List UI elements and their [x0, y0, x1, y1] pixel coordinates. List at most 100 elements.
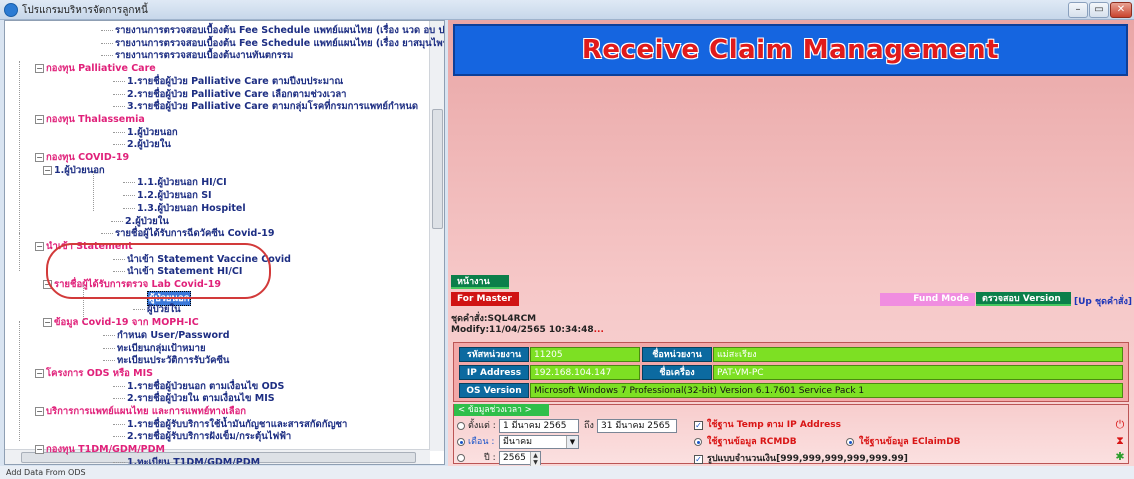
- app-icon: [4, 3, 18, 17]
- for-master-button[interactable]: For Master: [451, 292, 519, 306]
- hourglass-icon[interactable]: ⧗: [1114, 435, 1126, 447]
- maximize-button[interactable]: ▭: [1089, 2, 1109, 18]
- tree-item[interactable]: 2.รายชื่อผู้ป่วย Palliative Care เลือกตา…: [113, 88, 347, 101]
- tree-item[interactable]: 2.รายชื่อผู้ป่วยใน ตามเงื่อนไข MIS: [113, 392, 275, 405]
- month-select[interactable]: มีนาคม ▼: [499, 435, 579, 449]
- tree-item[interactable]: 1.ผู้ป่วยนอก: [113, 126, 178, 139]
- tree-connector: [113, 436, 125, 438]
- tree-item-label: 1.2.ผู้ป่วยนอก SI: [137, 190, 212, 202]
- collapse-toggle-icon[interactable]: −: [35, 368, 44, 378]
- tree-item-label: 1.ทะเบียน T1DM/GDM/PDM: [127, 456, 261, 465]
- close-button[interactable]: ✕: [1110, 2, 1132, 18]
- year-label: ปี :: [484, 453, 496, 463]
- tree-item[interactable]: − โครงการ ODS หรือ MIS: [35, 367, 153, 380]
- tree-vertical-scrollbar[interactable]: [429, 21, 444, 451]
- tree-item[interactable]: รายชื่อผู้ได้รับการฉีดวัคซีน Covid-19: [101, 227, 274, 240]
- date-range-radio[interactable]: [457, 422, 465, 430]
- tree-item[interactable]: 2.รายชื่อผู้รับบริการฝังเข็ม/กระตุ้นไฟฟ้…: [113, 430, 291, 443]
- tree-item-label: รายงานการตรวจสอบเบื้องต้น Fee Schedule แ…: [115, 37, 445, 49]
- temp-ip-checkbox[interactable]: ✓: [694, 421, 703, 430]
- home-button[interactable]: หน้างาน: [451, 275, 509, 289]
- tree-item[interactable]: − กองทุน Thalassemia: [35, 113, 145, 126]
- tree-item[interactable]: รายงานการตรวจสอบเบื้องต้นงานทันตกรรม: [101, 49, 293, 62]
- tree-item[interactable]: กำหนด User/Password: [103, 329, 230, 342]
- tree-item[interactable]: − กองทุน Palliative Care: [35, 62, 156, 75]
- tree-item[interactable]: 2.ผู้ป่วยใน: [111, 215, 169, 228]
- temp-ip-label: ใช้ฐาน Temp ตาม IP Address: [707, 420, 841, 430]
- tree-item[interactable]: 1.3.ผู้ป่วยนอก Hospitel: [123, 202, 246, 215]
- tree-connector: [93, 171, 94, 211]
- tree-item[interactable]: ทะเบียนกลุ่มเป้าหมาย: [103, 342, 206, 355]
- collapse-toggle-icon[interactable]: −: [43, 318, 52, 328]
- fund-mode-button[interactable]: Fund Mode: [880, 293, 975, 306]
- banner: Receive Claim Management: [453, 24, 1128, 76]
- tree-item[interactable]: − กองทุน COVID-19: [35, 151, 129, 164]
- main-panel: Receive Claim Management หน้างาน For Mas…: [448, 20, 1134, 466]
- tree-item-label: ข้อมูล Covid-19 จาก MOPH-IC: [54, 317, 199, 329]
- gear-icon[interactable]: ✱: [1114, 451, 1126, 463]
- rcmdb-radio[interactable]: [694, 438, 702, 446]
- tree-item-label: 2.รายชื่อผู้รับบริการฝังเข็ม/กระตุ้นไฟฟ้…: [127, 431, 292, 443]
- tree-item-label: 2.รายชื่อผู้ป่วย Palliative Care เลือกตา…: [127, 88, 347, 100]
- scroll-thumb[interactable]: [432, 109, 443, 229]
- tree-item[interactable]: − บริการการแพทย์แผนไทย และการแพทย์ทางเลือ…: [35, 405, 246, 418]
- tree-connector: [111, 220, 123, 222]
- ip-address-label: IP Address: [459, 365, 529, 380]
- tree-item[interactable]: รายงานการตรวจสอบเบื้องต้น Fee Schedule แ…: [101, 37, 445, 50]
- month-radio[interactable]: [457, 438, 465, 446]
- tree-item-label: กองทุน Palliative Care: [46, 63, 156, 75]
- tree-item[interactable]: 1.ทะเบียน T1DM/GDM/PDM: [113, 456, 261, 465]
- collapse-toggle-icon[interactable]: −: [35, 407, 44, 416]
- minimize-button[interactable]: –: [1068, 2, 1088, 18]
- tree-item[interactable]: −1.ผู้ป่วยนอก: [43, 164, 105, 177]
- eclaimdb-radio[interactable]: [846, 438, 854, 446]
- tree-item[interactable]: 1.รายชื่อผู้รับบริการใช้น้ำมันกัญชาและสา…: [113, 418, 347, 431]
- tree-connector: [113, 423, 125, 425]
- tree-item-label: 1.รายชื่อผู้รับบริการใช้น้ำมันกัญชาและสา…: [127, 418, 348, 430]
- chevron-down-icon[interactable]: ▼: [566, 436, 578, 448]
- check-version-button[interactable]: ตรวจสอบ Version: [976, 292, 1071, 306]
- tree-item-label: กองทุน T1DM/GDM/PDM: [46, 444, 165, 456]
- collapse-toggle-icon[interactable]: −: [35, 445, 44, 455]
- money-format-checkbox[interactable]: ✓: [694, 455, 703, 464]
- tree-item-label: บริการการแพทย์แผนไทย และการแพทย์ทางเลือก: [46, 406, 247, 417]
- unit-name-label: ชื่อหน่วยงาน: [642, 347, 712, 362]
- tree-item[interactable]: ทะเบียนประวัติการรับวัคซีน: [103, 354, 229, 367]
- update-commands-link[interactable]: [Up ชุดคำสั่ง]: [1074, 294, 1132, 308]
- tree-item-label: รายชื่อผู้ได้รับการฉีดวัคซีน Covid-19: [115, 228, 275, 240]
- year-radio[interactable]: [457, 454, 465, 462]
- year-spinner[interactable]: 2565 ▲ ▼: [499, 451, 541, 466]
- tree-item-label: รายงานการตรวจสอบเบื้องต้นงานทันตกรรม: [115, 50, 294, 62]
- from-date-input[interactable]: 1 มีนาคม 2565: [499, 419, 579, 433]
- spin-arrows-icon[interactable]: ▲ ▼: [530, 452, 540, 466]
- collapse-toggle-icon[interactable]: −: [35, 241, 44, 251]
- tree-item[interactable]: 1.รายชื่อผู้ป่วยนอก ตามเงื่อนไข ODS: [113, 380, 284, 393]
- tree-item[interactable]: 1.2.ผู้ป่วยนอก SI: [123, 189, 212, 202]
- window-title: โปรแกรมบริหารจัดการลูกหนี้: [22, 5, 148, 16]
- collapse-toggle-icon[interactable]: −: [35, 153, 44, 162]
- status-bar: Add Data From ODS: [0, 466, 1134, 479]
- tree-connector: [101, 55, 113, 57]
- tree-item[interactable]: 2.ผู้ป่วยใน: [113, 138, 171, 151]
- tree-item[interactable]: รายงานการตรวจสอบเบื้องต้น Fee Schedule แ…: [101, 24, 444, 37]
- collapse-toggle-icon[interactable]: −: [35, 64, 44, 74]
- to-label: ถึง: [584, 421, 594, 431]
- collapse-toggle-icon[interactable]: −: [43, 165, 52, 175]
- tree-item[interactable]: 3.รายชื่อผู้ป่วย Palliative Care ตามกลุ่…: [113, 100, 418, 113]
- tree-item-label: 2.ผู้ป่วยใน: [125, 215, 169, 227]
- tree-item[interactable]: − กองทุน T1DM/GDM/PDM: [35, 443, 165, 456]
- power-icon[interactable]: ⏻: [1114, 419, 1126, 431]
- time-range-tab[interactable]: < ข้อมูลช่วงเวลา >: [454, 404, 549, 416]
- tree-item[interactable]: 1.รายชื่อผู้ป่วย Palliative Care ตามปีงบ…: [113, 75, 343, 88]
- tree-item[interactable]: ผู้ป่วยใน: [133, 303, 181, 316]
- tree-item[interactable]: 1.1.ผู้ป่วยนอก HI/CI: [123, 176, 227, 189]
- tree-connector: [113, 131, 125, 133]
- machine-name-value: PAT-VM-PC: [713, 365, 1123, 380]
- os-version-label: OS Version: [459, 383, 529, 398]
- tree-connector: [123, 195, 135, 197]
- collapse-toggle-icon[interactable]: −: [35, 114, 44, 124]
- to-date-input[interactable]: 31 มีนาคม 2565: [597, 419, 677, 433]
- tree-item[interactable]: − ข้อมูล Covid-19 จาก MOPH-IC: [43, 316, 199, 329]
- tree-connector: [113, 461, 125, 463]
- unit-name-value: แม่สะเรียง: [713, 347, 1123, 362]
